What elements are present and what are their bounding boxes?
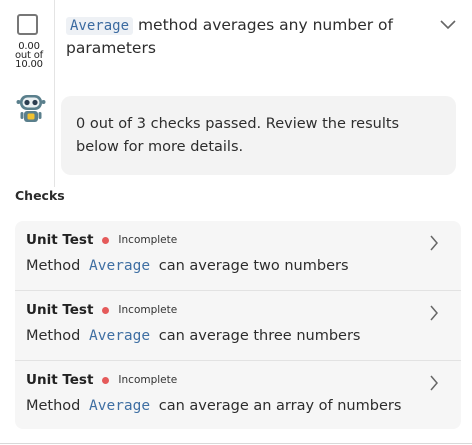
check-type: Unit Test: [26, 302, 94, 318]
chevron-right-icon[interactable]: [429, 305, 439, 321]
status-dot-icon: [102, 306, 110, 314]
check-desc-suffix: can average three numbers: [158, 328, 361, 344]
task-checkbox[interactable]: [17, 14, 38, 35]
check-desc-code: Average: [89, 328, 151, 344]
bottom-divider: [0, 443, 472, 444]
feedback-message: 0 out of 3 checks passed. Review the res…: [76, 116, 400, 155]
left-divider: [54, 0, 55, 187]
check-desc-suffix: can average two numbers: [158, 258, 349, 274]
check-desc-code: Average: [89, 258, 151, 274]
check-status: Incomplete: [118, 234, 178, 246]
check-desc-prefix: Method: [26, 328, 81, 344]
check-description: Method Average can average an array of n…: [26, 398, 401, 414]
checks-heading: Checks: [15, 188, 65, 203]
check-desc-prefix: Method: [26, 258, 81, 274]
task-title: Average method averages any number of pa…: [66, 14, 406, 59]
chevron-down-icon[interactable]: [440, 20, 456, 30]
check-item[interactable]: Unit Test Incomplete Method Average can …: [15, 291, 461, 360]
status-dot-icon: [102, 236, 110, 244]
check-description: Method Average can average two numbers: [26, 258, 349, 274]
check-status: Incomplete: [118, 374, 178, 386]
task-code: Average: [66, 17, 134, 35]
check-desc-code: Average: [89, 398, 151, 414]
score-max: 10.00: [15, 59, 43, 70]
status-dot-icon: [102, 376, 110, 384]
check-description: Method Average can average three numbers: [26, 328, 360, 344]
check-item[interactable]: Unit Test Incomplete Method Average can …: [15, 361, 461, 429]
check-desc-suffix: can average an array of numbers: [158, 398, 402, 414]
check-status: Incomplete: [118, 304, 178, 316]
score: 0.00 out of 10.00: [10, 42, 48, 70]
check-type: Unit Test: [26, 232, 94, 248]
chevron-right-icon[interactable]: [429, 375, 439, 391]
feedback-bubble: 0 out of 3 checks passed. Review the res…: [61, 96, 456, 175]
check-type: Unit Test: [26, 372, 94, 388]
robot-icon: [16, 95, 46, 122]
chevron-right-icon[interactable]: [429, 235, 439, 251]
check-desc-prefix: Method: [26, 398, 81, 414]
check-item[interactable]: Unit Test Incomplete Method Average can …: [15, 221, 461, 290]
